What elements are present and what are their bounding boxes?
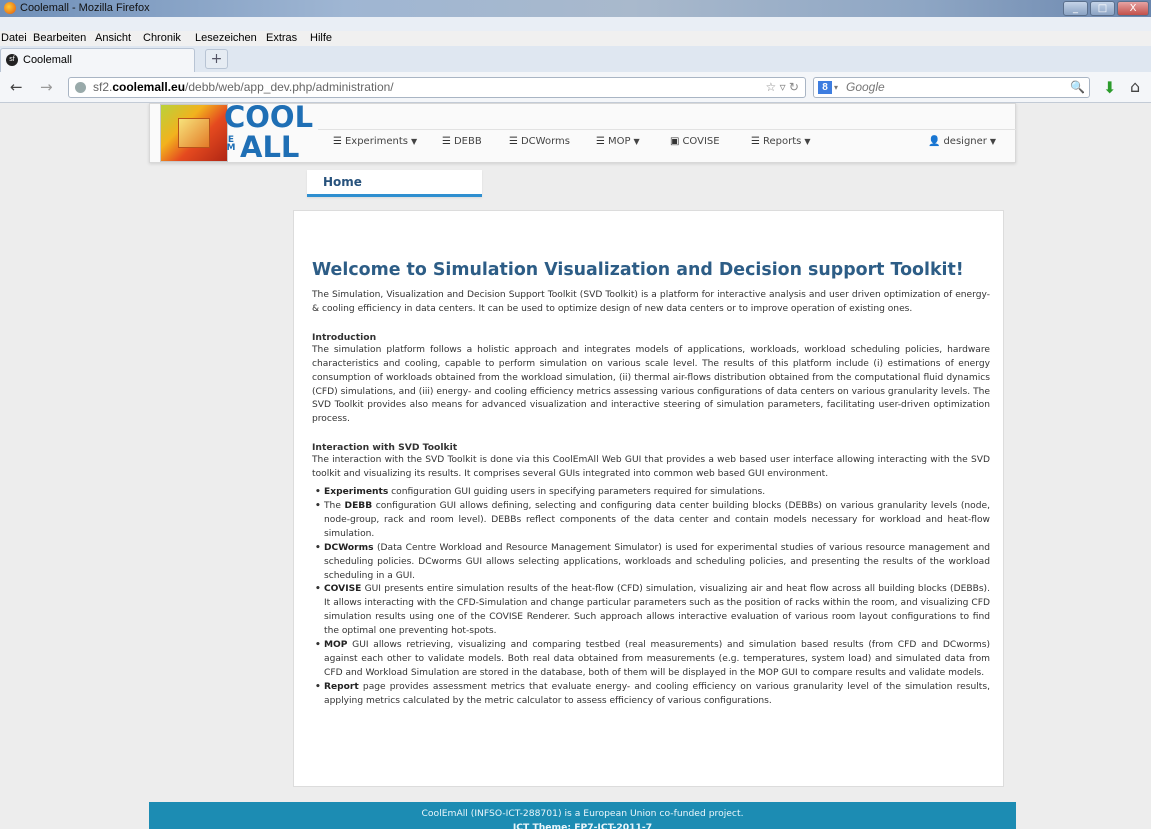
site-identity-icon[interactable] <box>75 82 86 93</box>
breadcrumb-home-tab[interactable]: Home <box>307 170 482 197</box>
forward-arrow-icon[interactable]: → <box>40 78 53 96</box>
url-text[interactable]: sf2.coolemall.eu/debb/web/app_dev.php/ad… <box>93 78 394 97</box>
intro-paragraph: The Simulation, Visualization and Decisi… <box>312 290 990 314</box>
gui-list: Experiments configuration GUI guiding us… <box>312 486 990 709</box>
tab-title: Coolemall <box>23 54 72 66</box>
download-arrow-icon[interactable]: ⬇ <box>1103 78 1116 97</box>
bookmark-star-icon[interactable]: ☆ ▿ ↻ <box>765 78 799 97</box>
list-item-report: Report page provides assessment metrics … <box>312 681 990 709</box>
tab-coolemall[interactable]: sf Coolemall <box>0 48 195 72</box>
address-bar[interactable]: sf2.coolemall.eu/debb/web/app_dev.php/ad… <box>68 77 806 98</box>
interaction-paragraph: The interaction with the SVD Toolkit is … <box>312 455 990 480</box>
symfony-favicon-icon: sf <box>6 54 18 66</box>
search-icon[interactable]: 🔍 <box>1070 78 1085 97</box>
list-item-covise: COVISE GUI presents entire simulation re… <box>312 583 990 639</box>
navigation-toolbar: ← → sf2.coolemall.eu/debb/web/app_dev.ph… <box>0 72 1151 103</box>
list-item-dcworms: DCWorms (Data Centre Workload and Resour… <box>312 542 990 584</box>
nav-experiments[interactable]: ☰ Experiments ▼ <box>333 136 417 147</box>
caret-down-icon: ▼ <box>410 137 418 146</box>
list-icon: ☰ <box>442 136 451 147</box>
caret-down-icon: ▼ <box>804 137 811 146</box>
nav-mop[interactable]: ☰ MOP ▼ <box>596 136 640 147</box>
page-viewport: COOL E M ALL ☰ Experiments ▼ ☰ DEBB ☰ DCWorm… <box>0 103 1151 829</box>
breadcrumb-home-label: Home <box>323 175 362 189</box>
menu-chronik[interactable]: Chronik <box>143 32 181 44</box>
menu-bearbeiten[interactable]: Bearbeiten <box>33 32 86 44</box>
page-title: Welcome to Simulation Visualization and … <box>312 260 964 280</box>
interaction-heading: Interaction with SVD Toolkit <box>312 442 458 454</box>
new-tab-button[interactable]: + <box>205 49 228 69</box>
engine-dropdown-icon[interactable]: ▾ <box>834 78 838 97</box>
tab-strip: sf Coolemall + <box>0 46 1151 72</box>
user-icon: 👤 <box>928 136 941 147</box>
list-icon: ☰ <box>596 136 605 147</box>
list-icon: ☰ <box>333 136 342 147</box>
window-title: Coolemall - Mozilla Firefox <box>20 2 150 14</box>
coolemall-logo[interactable]: COOL E M ALL <box>160 103 320 164</box>
introduction-paragraph: The simulation platform follows a holist… <box>312 344 990 425</box>
title-gap <box>0 17 1151 31</box>
home-icon[interactable]: ⌂ <box>1130 77 1140 96</box>
logo-text-em: E M <box>226 135 236 153</box>
content-body: Welcome to Simulation Visualization and … <box>312 259 990 709</box>
caret-down-icon: ▼ <box>989 137 997 146</box>
footer-line-2: ICT Theme: FP7-ICT-2011-7 <box>512 822 653 829</box>
header-divider <box>318 129 1016 130</box>
nav-reports[interactable]: ☰ Reports ▼ <box>751 136 810 147</box>
logo-text-cool: COOL <box>224 103 314 134</box>
list-item-mop: MOP GUI allows retrieving, visualizing a… <box>312 639 990 681</box>
menu-extras[interactable]: Extras <box>266 32 297 44</box>
menu-hilfe[interactable]: Hilfe <box>310 32 332 44</box>
nav-dcworms[interactable]: ☰ DCWorms <box>509 136 570 147</box>
introduction-heading: Introduction <box>312 331 377 343</box>
firefox-icon <box>4 2 16 14</box>
site-header: COOL E M ALL ☰ Experiments ▼ ☰ DEBB ☰ DCWorm… <box>149 103 1016 163</box>
film-icon: ▣ <box>670 136 680 147</box>
logo-chip-core <box>178 118 210 148</box>
nav-debb[interactable]: ☰ DEBB <box>442 136 482 147</box>
list-item-experiments: Experiments configuration GUI guiding us… <box>312 486 990 500</box>
search-bar[interactable]: 8 ▾ Google 🔍 <box>813 77 1090 98</box>
back-arrow-icon[interactable]: ← <box>10 78 23 96</box>
menu-bar: Datei Bearbeiten Ansicht Chronik Lesezei… <box>0 31 1151 46</box>
maximize-button[interactable]: □ <box>1090 1 1115 16</box>
close-button[interactable]: X <box>1117 1 1149 16</box>
menu-ansicht[interactable]: Ansicht <box>95 32 131 44</box>
nav-user-menu[interactable]: 👤 designer ▼ <box>928 136 996 147</box>
footer-line-1: CoolEmAll (INFSO-ICT-288701) is a Europe… <box>421 808 744 819</box>
list-icon: ☰ <box>509 136 518 147</box>
logo-text-all: ALL <box>240 130 300 164</box>
caret-down-icon: ▼ <box>633 137 640 146</box>
search-placeholder: Google <box>846 80 885 94</box>
minimize-button[interactable]: _ <box>1063 1 1088 16</box>
main-content-card: Welcome to Simulation Visualization and … <box>293 210 1004 787</box>
list-icon: ☰ <box>751 136 760 147</box>
site-footer: CoolEmAll (INFSO-ICT-288701) is a Europe… <box>149 802 1016 829</box>
nav-covise[interactable]: ▣ COVISE <box>670 136 720 147</box>
list-item-debb: The DEBB configuration GUI allows defini… <box>312 500 990 542</box>
window-title-bar: Coolemall - Mozilla Firefox _ □ X <box>0 0 1151 17</box>
menu-lesezeichen[interactable]: Lesezeichen <box>195 32 257 44</box>
google-engine-icon[interactable]: 8 <box>818 81 832 94</box>
menu-datei[interactable]: Datei <box>1 32 27 44</box>
